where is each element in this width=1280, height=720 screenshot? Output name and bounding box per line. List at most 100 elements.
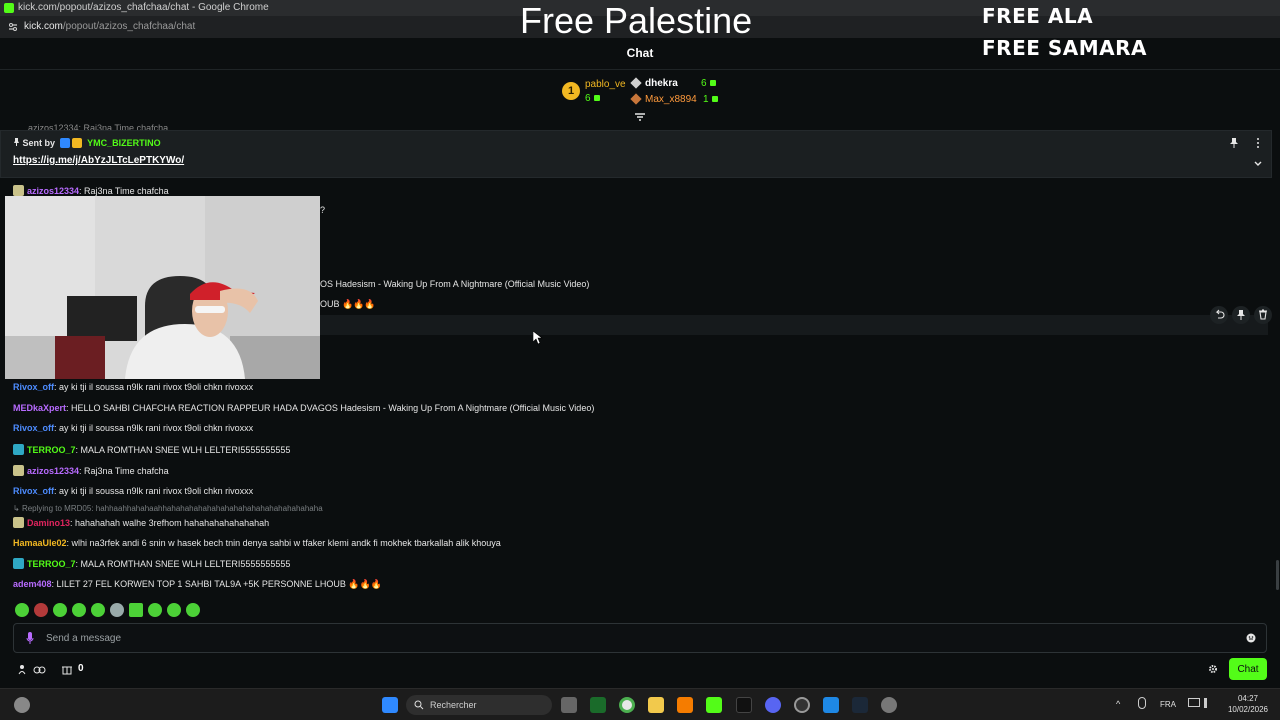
- message-input[interactable]: [46, 624, 1226, 652]
- chat-message[interactable]: MEDkaXpert: HELLO SAHBI CHAFCHA REACTION…: [13, 403, 594, 413]
- users-link-icon[interactable]: [18, 664, 46, 676]
- delete-icon[interactable]: [1254, 306, 1272, 324]
- chat-input-box: [13, 623, 1267, 653]
- chat-message[interactable]: TERROO_7: MALA ROMTHAN SNEE WLH LELTERI5…: [13, 444, 290, 455]
- chevron-down-icon[interactable]: [1253, 159, 1263, 169]
- chat-message[interactable]: TERROO_7: MALA ROMTHAN SNEE WLH LELTERI5…: [13, 558, 290, 569]
- leader-count-3: 1: [703, 94, 718, 105]
- unpin-icon[interactable]: [1229, 137, 1239, 149]
- microphone-icon[interactable]: [26, 632, 34, 644]
- emote-icon[interactable]: [34, 602, 48, 617]
- chat-message[interactable]: HamaaUle02: wlhi na3rfek andi 6 snin w h…: [13, 538, 501, 548]
- weather-widget-icon[interactable]: [14, 697, 30, 713]
- window-title: kick.com/popout/azizos_chafchaa/chat - G…: [18, 2, 269, 13]
- partial-message-text: ?: [320, 205, 326, 215]
- send-chat-button[interactable]: Chat: [1229, 658, 1267, 680]
- app-icon[interactable]: [677, 697, 693, 713]
- diamond-icon: [630, 77, 642, 90]
- quick-emote-bar: [15, 602, 205, 618]
- pin-message-icon[interactable]: [1232, 306, 1250, 324]
- chat-message[interactable]: Rivox_off: ay ki tji il soussa n9lk rani…: [13, 382, 253, 392]
- app-icon[interactable]: [736, 697, 752, 713]
- emote-icon[interactable]: [110, 602, 124, 617]
- emote-icon[interactable]: [129, 602, 143, 617]
- emote-icon[interactable]: [72, 602, 86, 617]
- microphone-tray-icon[interactable]: [1138, 697, 1146, 709]
- chat-message[interactable]: azizos12334: Raj3na Time chafcha: [13, 185, 169, 196]
- user-avatar-badge-icon: [13, 185, 24, 196]
- chat-scrollbar[interactable]: [1276, 560, 1279, 590]
- reply-icon[interactable]: [1210, 306, 1228, 324]
- overlay-free-palestine: Free Palestine: [520, 0, 753, 41]
- network-icon[interactable]: [1188, 698, 1200, 707]
- gift-icon: [709, 80, 716, 86]
- reply-context: ↳ Replying to MRD05: hahhaahhahahaahhaha…: [13, 504, 323, 513]
- gift-count: 0: [78, 663, 84, 674]
- kick-app-icon[interactable]: [706, 697, 722, 713]
- pinned-sender-name[interactable]: YMC_BIZERTINO: [87, 138, 161, 148]
- app-icon[interactable]: [590, 697, 606, 713]
- settings-gear-icon[interactable]: [1208, 664, 1218, 674]
- leader-name-1[interactable]: pablo_ve: [585, 79, 626, 90]
- user-avatar-badge-icon: [13, 465, 24, 476]
- mouse-cursor-icon: [533, 331, 543, 345]
- chat-message[interactable]: adem408: LILET 27 FEL KORWEN TOP 1 SAHBI…: [13, 579, 382, 590]
- site-info-icon[interactable]: [8, 22, 18, 32]
- leader-entry-3[interactable]: Max_x8894: [630, 93, 697, 106]
- task-view-icon[interactable]: [561, 697, 577, 713]
- start-menu-icon[interactable]: [382, 697, 398, 713]
- emote-icon[interactable]: [91, 602, 105, 617]
- message-actions: [1210, 306, 1276, 326]
- app-icon[interactable]: [823, 697, 839, 713]
- leader-count-2: 6: [701, 78, 716, 89]
- taskbar-clock[interactable]: 04:27 10/02/2026: [1222, 693, 1274, 715]
- emote-icon[interactable]: [15, 602, 29, 617]
- url-path: /popout/azizos_chafchaa/chat: [62, 21, 196, 32]
- user-badge-icon: [13, 444, 24, 455]
- gift-icon[interactable]: [62, 663, 72, 675]
- emote-icon[interactable]: [148, 602, 162, 617]
- chat-message[interactable]: Rivox_off: ay ki tji il soussa n9lk rani…: [13, 486, 253, 496]
- emote-icon[interactable]: [53, 602, 67, 617]
- overlay-free-samara: FREE SAMARA: [982, 36, 1147, 60]
- windows-taskbar: Rechercher ^ FRA 04:27 10/02/2026: [0, 688, 1280, 720]
- chat-message[interactable]: Rivox_off: ay ki tji il soussa n9lk rani…: [13, 423, 253, 433]
- pinned-message[interactable]: Sent by YMC_BIZERTINO https://ig.me/j/Ab…: [0, 130, 1272, 178]
- chrome-icon[interactable]: [619, 697, 635, 713]
- pinned-sender-line: Sent by YMC_BIZERTINO: [13, 138, 161, 148]
- settings-icon[interactable]: [881, 697, 897, 713]
- gift-icon: [593, 95, 600, 101]
- vip-badge-icon: [59, 138, 70, 148]
- app-icon[interactable]: [794, 697, 810, 713]
- language-indicator[interactable]: FRA: [1160, 700, 1176, 709]
- tray-overflow-icon[interactable]: ^: [1116, 699, 1120, 709]
- partial-message: azizos12334: Raj3na Time chafcha: [28, 123, 169, 130]
- discord-icon[interactable]: [765, 697, 781, 713]
- overlay-free-ala: FREE ALA: [982, 4, 1094, 28]
- partial-message-text: OS Hadesism - Waking Up From A Nightmare…: [320, 279, 590, 289]
- file-explorer-icon[interactable]: [648, 697, 664, 713]
- steam-icon[interactable]: [852, 697, 868, 713]
- gift-icon: [711, 96, 718, 102]
- chat-footer: 0 Chat: [0, 658, 1280, 684]
- partial-message-text: OUB 🔥🔥🔥: [320, 299, 376, 309]
- chat-message[interactable]: Damino13: hahahahah walhe 3refhom hahaha…: [13, 517, 269, 528]
- more-options-icon[interactable]: [1253, 137, 1263, 149]
- webcam-overlay: [5, 196, 320, 379]
- emote-icon[interactable]: [186, 602, 200, 617]
- volume-icon[interactable]: [1204, 698, 1214, 708]
- emoji-picker-icon[interactable]: [1246, 633, 1256, 643]
- emote-icon[interactable]: [167, 602, 181, 617]
- chat-message[interactable]: azizos12334: Raj3na Time chafcha: [13, 465, 169, 476]
- leader-entry-2[interactable]: dhekra: [630, 77, 678, 90]
- webcam-feed-image: [5, 196, 320, 379]
- pin-icon: [14, 138, 19, 146]
- diamond-icon: [630, 93, 642, 106]
- pinned-link[interactable]: https://ig.me/j/AbYzJLTcLePTKYWo/: [13, 155, 184, 166]
- search-icon: [414, 700, 424, 710]
- taskbar-search[interactable]: Rechercher: [406, 695, 552, 715]
- expand-leaderboard-icon[interactable]: [634, 112, 646, 122]
- rank-medal-icon: 1: [562, 82, 580, 100]
- user-avatar-badge-icon: [13, 517, 24, 528]
- kick-favicon-icon: [4, 3, 14, 13]
